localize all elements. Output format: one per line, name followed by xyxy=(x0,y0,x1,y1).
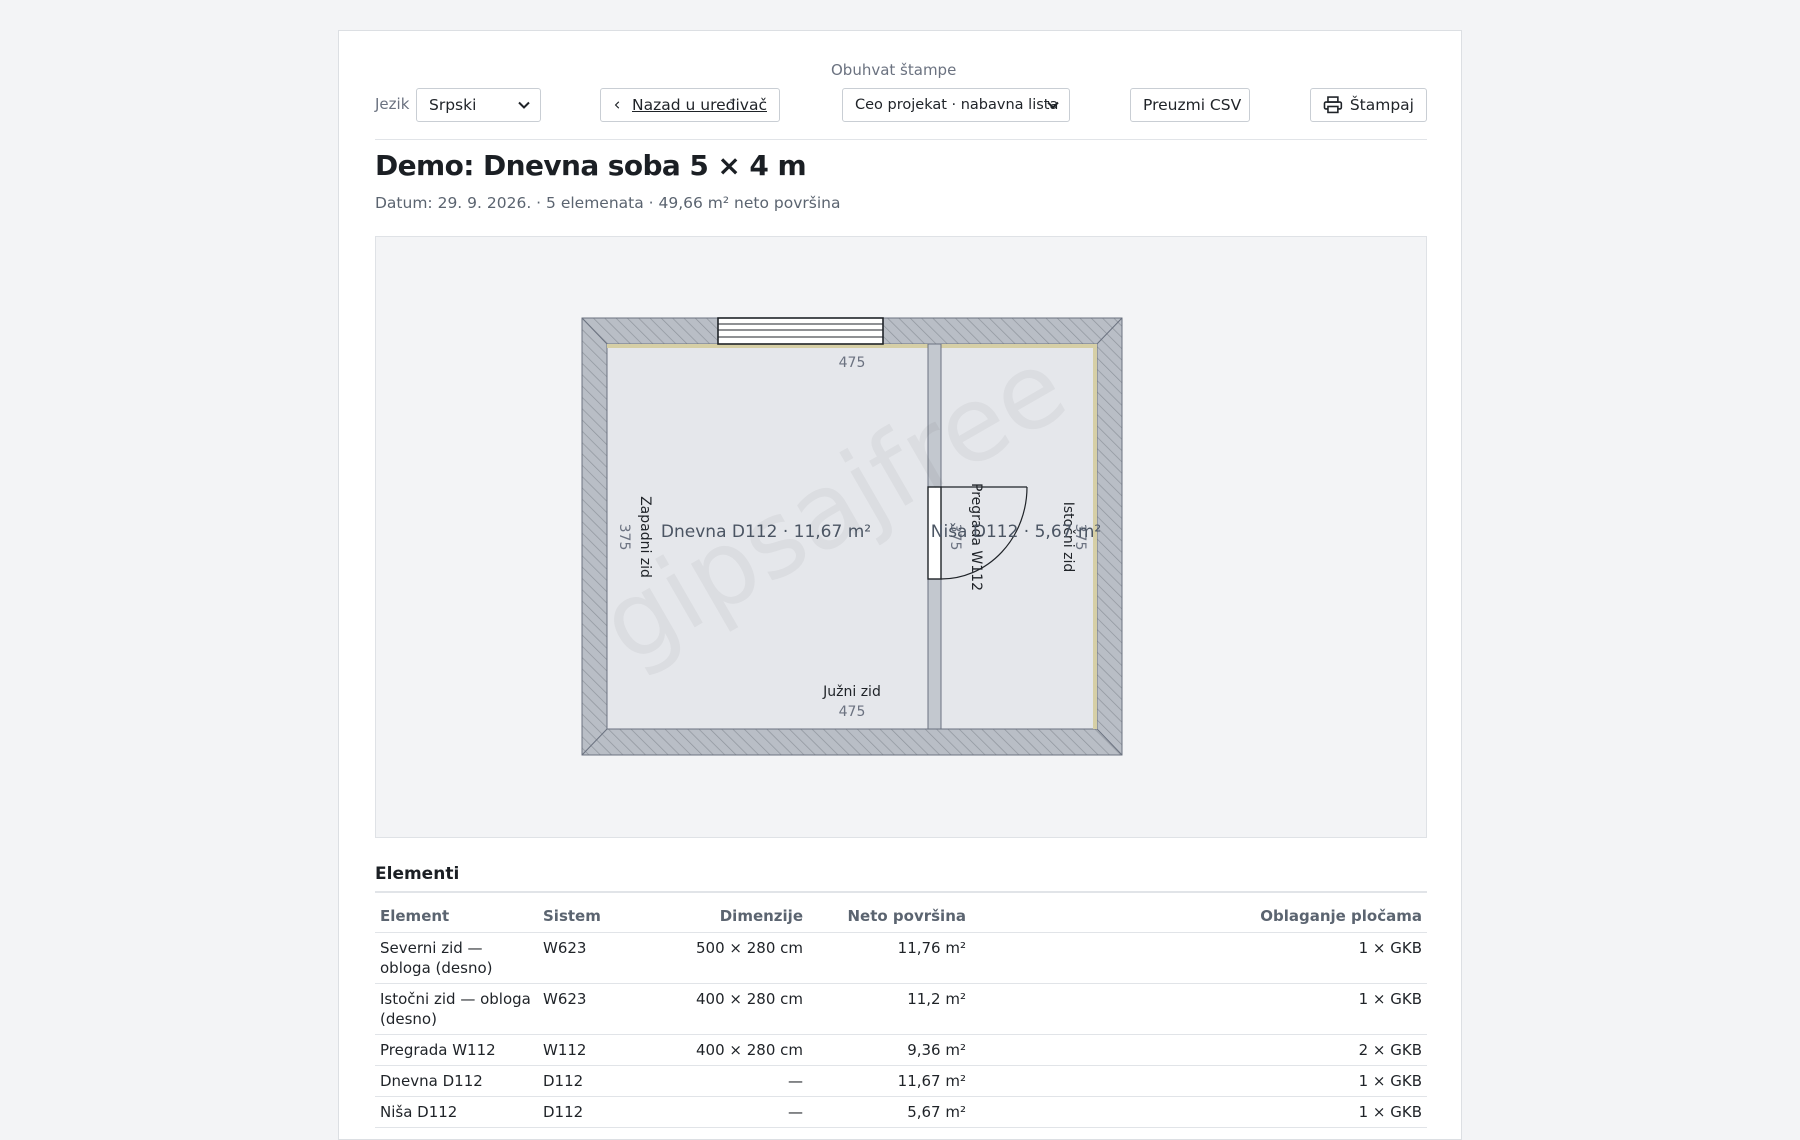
cell-element: Severni zid — obloga (desno) xyxy=(375,932,538,984)
table-row: Istočni zid — obloga (desno) W623 400 × … xyxy=(375,983,1427,1035)
table-row: Severni zid — obloga (desno) W623 500 × … xyxy=(375,932,1427,984)
column-header-net-area: Neto površina xyxy=(808,899,971,933)
cell-system: W112 xyxy=(538,1034,668,1066)
label-west-wall: Zapadni zid xyxy=(637,496,653,578)
print-button[interactable]: Štampaj xyxy=(1310,88,1427,122)
chevron-down-icon xyxy=(518,101,530,109)
cell-system: W623 xyxy=(538,983,668,1035)
printer-icon xyxy=(1323,96,1343,114)
language-label: Jezik xyxy=(375,95,410,113)
window-symbol xyxy=(717,317,884,345)
cell-boards: 1 × GKB xyxy=(971,932,1427,984)
chevron-left-icon xyxy=(614,101,620,109)
cell-element: Dnevna D112 xyxy=(375,1065,538,1097)
label-south-wall: Južni zid xyxy=(822,684,881,700)
column-header-dimensions: Dimenzije xyxy=(668,899,808,933)
cell-net-area: 5,67 m² xyxy=(808,1096,971,1128)
cell-net-area: 11,67 m² xyxy=(808,1065,971,1097)
page-subtitle: Datum: 29. 9. 2026. · 5 elemenata · 49,6… xyxy=(375,194,841,212)
room-label-right: Niša D112 · 5,67 m² xyxy=(931,522,1102,542)
scope-select[interactable]: Ceo projekat · nabavna lista xyxy=(842,88,1070,122)
language-select-value: Srpski xyxy=(429,96,477,114)
chevron-down-icon xyxy=(1047,101,1059,109)
cell-dimensions: 400 × 280 cm xyxy=(668,1034,808,1066)
dim-west: 375 xyxy=(616,524,632,551)
print-sheet: Jezik Srpski Nazad u uređivač Obuhvat št… xyxy=(338,30,1462,1140)
elements-heading-divider xyxy=(375,891,1427,893)
cell-boards: 1 × GKB xyxy=(971,983,1427,1035)
page-title: Demo: Dnevna soba 5 × 4 m xyxy=(375,149,807,182)
back-to-editor-button[interactable]: Nazad u uređivač xyxy=(600,88,780,122)
cell-boards: 1 × GKB xyxy=(971,1065,1427,1097)
floor-plan-drawing: gipsajfree 475 Južni zid 475 Zapadni zid… xyxy=(580,317,1123,756)
download-csv-button[interactable]: Preuzmi CSV xyxy=(1130,88,1250,122)
room-label-left: Dnevna D112 · 11,67 m² xyxy=(661,522,871,542)
language-select[interactable]: Srpski xyxy=(416,88,541,122)
column-header-boards: Oblaganje pločama xyxy=(971,899,1427,933)
table-header-row: Element Sistem Dimenzije Neto površina O… xyxy=(375,899,1427,933)
cell-element: Istočni zid — obloga (desno) xyxy=(375,983,538,1035)
cell-dimensions: — xyxy=(668,1096,808,1128)
column-header-element: Element xyxy=(375,899,538,933)
scope-select-value: Ceo projekat · nabavna lista xyxy=(855,97,1059,113)
cell-boards: 1 × GKB xyxy=(971,1096,1427,1128)
table-row: Pregrada W112 W112 400 × 280 cm 9,36 m² … xyxy=(375,1034,1427,1066)
cell-net-area: 9,36 m² xyxy=(808,1034,971,1066)
column-header-system: Sistem xyxy=(538,899,668,933)
print-toolbar: Jezik Srpski Nazad u uređivač Obuhvat št… xyxy=(375,31,1427,140)
scope-label: Obuhvat štampe xyxy=(831,61,957,79)
cell-system: W623 xyxy=(538,932,668,984)
table-row: Dnevna D112 D112 — 11,67 m² 1 × GKB xyxy=(375,1065,1427,1097)
download-csv-label: Preuzmi CSV xyxy=(1143,96,1242,114)
cell-system: D112 xyxy=(538,1065,668,1097)
elements-table: Element Sistem Dimenzije Neto površina O… xyxy=(375,899,1427,1128)
dim-south: 475 xyxy=(839,704,866,720)
floor-plan: gipsajfree 475 Južni zid 475 Zapadni zid… xyxy=(375,236,1427,838)
cell-net-area: 11,2 m² xyxy=(808,983,971,1035)
print-label: Štampaj xyxy=(1349,96,1414,114)
back-to-editor-label: Nazad u uređivač xyxy=(632,96,767,114)
elements-heading: Elementi xyxy=(375,864,460,884)
cell-dimensions: 400 × 280 cm xyxy=(668,983,808,1035)
table-row: Niša D112 D112 — 5,67 m² 1 × GKB xyxy=(375,1096,1427,1128)
cell-dimensions: — xyxy=(668,1065,808,1097)
cell-element: Pregrada W112 xyxy=(375,1034,538,1066)
cell-element: Niša D112 xyxy=(375,1096,538,1128)
cell-system: D112 xyxy=(538,1096,668,1128)
dim-north: 475 xyxy=(839,355,866,371)
cell-net-area: 11,76 m² xyxy=(808,932,971,984)
cell-dimensions: 500 × 280 cm xyxy=(668,932,808,984)
cell-boards: 2 × GKB xyxy=(971,1034,1427,1066)
